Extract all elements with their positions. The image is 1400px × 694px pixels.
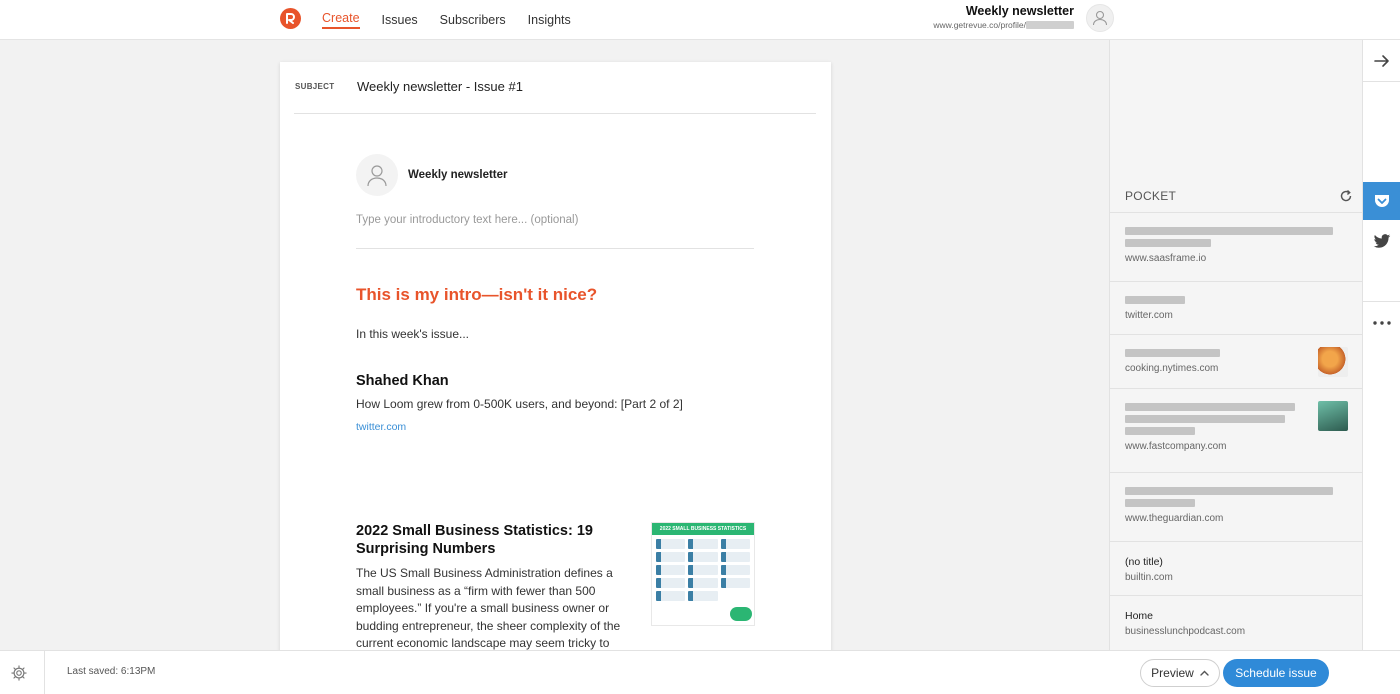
pocket-item-title: (no title) bbox=[1125, 556, 1163, 568]
redacted-title bbox=[1125, 227, 1333, 235]
twitter-icon bbox=[1373, 233, 1391, 248]
profile-info[interactable]: Weekly newsletter www.getrevue.co/profil… bbox=[933, 4, 1074, 30]
subject-row: SUBJECT Weekly newsletter - Issue #1 bbox=[294, 62, 816, 114]
preview-label: Preview bbox=[1151, 666, 1194, 680]
nav-create[interactable]: Create bbox=[322, 0, 360, 40]
pocket-item-domain: www.saasframe.io bbox=[1125, 253, 1207, 264]
article-thumbnail: 2022 SMALL BUSINESS STATISTICS bbox=[651, 522, 755, 626]
pocket-item[interactable]: (no title) builtin.com bbox=[1110, 541, 1363, 595]
more-sources-button[interactable] bbox=[1363, 304, 1400, 342]
nav-subscribers[interactable]: Subscribers bbox=[440, 0, 506, 40]
pocket-item-thumbnail bbox=[1318, 401, 1348, 431]
intro-text-input[interactable]: Type your introductory text here... (opt… bbox=[356, 214, 756, 234]
redacted-title bbox=[1125, 296, 1185, 304]
redacted-title bbox=[1125, 349, 1220, 357]
last-saved-status: Last saved: 6:13PM bbox=[67, 666, 156, 677]
pocket-item-thumbnail bbox=[1318, 347, 1348, 377]
nav-subscribers-label: Subscribers bbox=[439, 13, 506, 27]
redacted-username bbox=[1026, 21, 1074, 29]
chevron-up-icon bbox=[1200, 670, 1209, 676]
article-title[interactable]: 2022 Small Business Statistics: 19 Surpr… bbox=[356, 522, 626, 558]
panel-title: POCKET bbox=[1125, 189, 1177, 203]
redacted-title bbox=[1125, 239, 1211, 247]
redacted-title bbox=[1125, 487, 1333, 495]
intro-heading[interactable]: This is my intro—isn't it nice? bbox=[356, 285, 756, 305]
pocket-item-domain: www.theguardian.com bbox=[1125, 513, 1224, 524]
pocket-source-button[interactable] bbox=[1363, 182, 1400, 220]
redacted-title bbox=[1125, 499, 1195, 507]
pocket-item-domain: builtin.com bbox=[1125, 572, 1173, 583]
item-description[interactable]: How Loom grew from 0-500K users, and bey… bbox=[356, 397, 756, 411]
source-rail bbox=[1362, 40, 1400, 650]
revue-logo-icon[interactable] bbox=[280, 8, 301, 29]
author-block: Weekly newsletter bbox=[356, 154, 756, 196]
pocket-item[interactable]: cooking.nytimes.com bbox=[1110, 334, 1363, 388]
item-title[interactable]: Shahed Khan bbox=[356, 373, 756, 389]
pocket-item[interactable]: www.saasframe.io bbox=[1110, 212, 1363, 281]
pocket-item-domain: www.fastcompany.com bbox=[1125, 441, 1227, 452]
subject-input[interactable]: Weekly newsletter - Issue #1 bbox=[357, 79, 523, 94]
article-item[interactable]: 2022 Small Business Statistics: 19 Surpr… bbox=[356, 522, 756, 652]
nav-insights[interactable]: Insights bbox=[528, 0, 571, 40]
preview-button[interactable]: Preview bbox=[1140, 659, 1220, 687]
author-name: Weekly newsletter bbox=[408, 169, 508, 181]
pocket-item-domain: cooking.nytimes.com bbox=[1125, 363, 1219, 374]
nav-create-label: Create bbox=[322, 11, 360, 29]
panel-header: POCKET bbox=[1125, 189, 1353, 203]
pocket-icon bbox=[1375, 195, 1389, 207]
collapse-panel-button[interactable] bbox=[1363, 42, 1400, 80]
rail-divider bbox=[1363, 81, 1400, 82]
nav-issues-label: Issues bbox=[381, 13, 418, 27]
profile-url-prefix: www.getrevue.co/profile/ bbox=[933, 20, 1026, 30]
pocket-item-domain: businesslunchpodcast.com bbox=[1125, 626, 1246, 637]
thumbnail-badge bbox=[730, 607, 752, 621]
schedule-issue-button[interactable]: Schedule issue bbox=[1223, 659, 1329, 687]
profile-url: www.getrevue.co/profile/ bbox=[933, 20, 1074, 30]
redacted-title bbox=[1125, 427, 1195, 435]
refresh-icon[interactable] bbox=[1339, 189, 1353, 203]
subject-label: SUBJECT bbox=[295, 82, 335, 91]
pocket-item[interactable]: www.fastcompany.com bbox=[1110, 388, 1363, 472]
pocket-item[interactable]: twitter.com bbox=[1110, 281, 1363, 334]
redacted-title bbox=[1125, 415, 1285, 423]
nav-insights-label: Insights bbox=[527, 13, 571, 27]
gear-icon[interactable] bbox=[10, 664, 28, 682]
item-link[interactable]: twitter.com bbox=[356, 421, 756, 433]
bottom-divider bbox=[44, 651, 45, 694]
pocket-list: www.saasframe.io twitter.com cooking.nyt… bbox=[1110, 212, 1363, 650]
user-icon bbox=[367, 165, 387, 187]
pocket-item[interactable]: Home businesslunchpodcast.com bbox=[1110, 595, 1363, 650]
issue-editor: SUBJECT Weekly newsletter - Issue #1 Wee… bbox=[280, 62, 831, 652]
user-icon bbox=[1092, 10, 1108, 26]
thumbnail-caption: 2022 SMALL BUSINESS STATISTICS bbox=[652, 523, 754, 535]
thumbnail-infographic bbox=[652, 535, 754, 605]
twitter-source-button[interactable] bbox=[1363, 222, 1400, 260]
content-sidebar: POCKET www.saasframe.io twitter.com cook… bbox=[1109, 40, 1363, 650]
bottom-bar: Last saved: 6:13PM Preview Schedule issu… bbox=[0, 650, 1400, 694]
article-body[interactable]: The US Small Business Administration def… bbox=[356, 565, 626, 652]
more-icon bbox=[1373, 321, 1391, 325]
rail-divider bbox=[1363, 301, 1400, 302]
profile-name: Weekly newsletter bbox=[965, 4, 1074, 18]
issue-content: Weekly newsletter Type your introductory… bbox=[356, 154, 756, 433]
main-nav: Create Issues Subscribers Insights bbox=[322, 0, 571, 40]
top-navigation-bar: Create Issues Subscribers Insights Weekl… bbox=[0, 0, 1400, 40]
author-avatar bbox=[356, 154, 398, 196]
pocket-item[interactable]: www.theguardian.com bbox=[1110, 472, 1363, 541]
issue-text[interactable]: In this week's issue... bbox=[356, 327, 756, 341]
redacted-title bbox=[1125, 403, 1295, 411]
divider bbox=[356, 248, 754, 249]
pocket-item-title: Home bbox=[1125, 610, 1154, 622]
pocket-item-domain: twitter.com bbox=[1125, 310, 1173, 321]
arrow-right-icon bbox=[1374, 55, 1389, 67]
profile-avatar[interactable] bbox=[1086, 4, 1114, 32]
nav-issues[interactable]: Issues bbox=[382, 0, 418, 40]
